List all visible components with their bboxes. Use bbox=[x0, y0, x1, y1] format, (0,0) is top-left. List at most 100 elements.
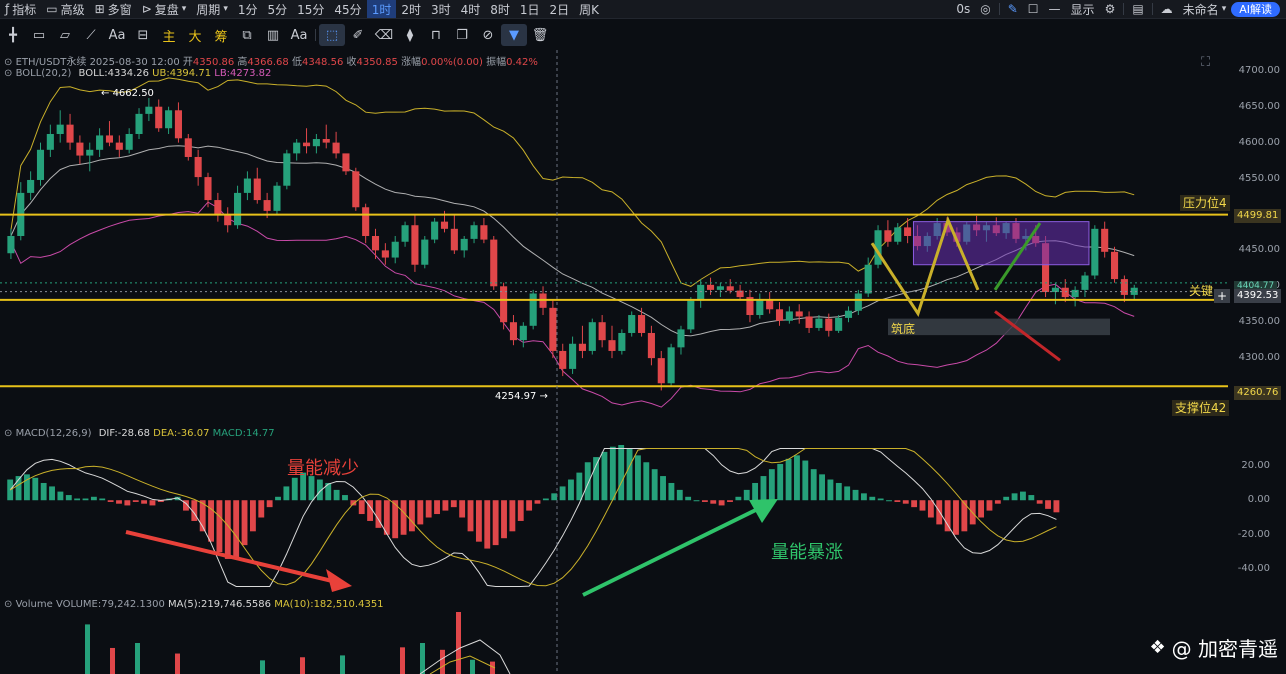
eraser-icon[interactable]: ⌫ bbox=[371, 24, 397, 46]
eye-icon[interactable]: ⊙ bbox=[4, 599, 12, 610]
interval-tab-1[interactable]: 5分 bbox=[262, 0, 292, 18]
volume-bar bbox=[300, 657, 305, 674]
period-button[interactable]: 周期 ▾ bbox=[191, 0, 233, 18]
interval-tab-4[interactable]: 1时 bbox=[366, 0, 397, 18]
candle-body bbox=[214, 200, 222, 215]
macd-bar bbox=[233, 500, 240, 558]
macd-bar bbox=[425, 500, 432, 518]
chevron-down-icon: ▾ bbox=[1221, 4, 1227, 14]
macd-series bbox=[7, 445, 1060, 587]
macd-bar bbox=[475, 500, 482, 542]
crosshair-icon[interactable]: ╋ bbox=[0, 24, 26, 46]
interval-tab-9[interactable]: 1日 bbox=[515, 0, 545, 18]
interval-tab-3[interactable]: 45分 bbox=[329, 0, 366, 18]
trash-icon[interactable]: 🗑 bbox=[527, 24, 553, 46]
camera-icon[interactable]: ◎ bbox=[975, 0, 995, 18]
text-tool-icon[interactable]: Aa bbox=[104, 24, 130, 46]
cloud-icon[interactable]: ☁ bbox=[1156, 0, 1178, 18]
main-force-tool[interactable]: 主 bbox=[156, 24, 182, 46]
interval-tab-6[interactable]: 3时 bbox=[426, 0, 456, 18]
window-icon[interactable]: ☐ bbox=[1023, 0, 1044, 18]
macd-bar bbox=[116, 500, 122, 504]
select-tool-icon[interactable]: ⬚ bbox=[319, 24, 345, 46]
candle-body bbox=[844, 310, 853, 318]
candle-body bbox=[17, 192, 25, 236]
macd-bar bbox=[601, 451, 608, 501]
price-chart[interactable] bbox=[0, 0, 1286, 674]
volume-decrease-arrow bbox=[125, 530, 346, 586]
interval-tab-2[interactable]: 15分 bbox=[292, 0, 329, 18]
candle-body bbox=[578, 343, 586, 351]
line-tool-icon[interactable]: ⟋ bbox=[78, 24, 104, 46]
macd-bar bbox=[651, 469, 658, 501]
interval-tab-8[interactable]: 8时 bbox=[485, 0, 515, 18]
lock-icon[interactable]: ⊓ bbox=[423, 24, 449, 46]
replay-button[interactable]: ⊳ 复盘 ▾ bbox=[137, 0, 192, 18]
boll-upper-line bbox=[10, 77, 1135, 287]
rectangle-icon[interactable]: ▭ bbox=[26, 24, 52, 46]
interval-tab-5[interactable]: 2时 bbox=[396, 0, 426, 18]
brush-icon[interactable]: ✐ bbox=[345, 24, 371, 46]
macd-bar bbox=[375, 500, 382, 528]
candle-body bbox=[500, 286, 508, 323]
chart-type-icon[interactable]: ▥ bbox=[260, 24, 286, 46]
fullscreen-icon[interactable]: ⛶ bbox=[1198, 56, 1213, 70]
minus-icon[interactable]: — bbox=[1044, 0, 1066, 18]
eye-icon[interactable]: ⊙ bbox=[4, 68, 12, 79]
watermark-text: @ 加密青遥 bbox=[1171, 637, 1278, 661]
bottom-zone-rect bbox=[888, 318, 1110, 336]
macd-bar bbox=[919, 500, 926, 511]
divider bbox=[315, 29, 316, 41]
interval-tab-10[interactable]: 2日 bbox=[545, 0, 575, 18]
candle-body bbox=[884, 230, 892, 242]
macd-bar bbox=[886, 500, 892, 502]
collapse-icon[interactable]: ⊙ bbox=[4, 57, 12, 68]
candle-body bbox=[657, 358, 665, 384]
table-icon[interactable]: ⊟ bbox=[130, 24, 156, 46]
macd-bar bbox=[350, 500, 357, 506]
multi-window-button[interactable]: ⊞ 多窗 bbox=[90, 0, 137, 18]
current-price-box: 4392.53 bbox=[1234, 289, 1282, 303]
zigzag-pattern bbox=[870, 215, 980, 318]
advanced-button[interactable]: ▭ 高级 bbox=[41, 0, 89, 18]
candle-body bbox=[234, 192, 242, 226]
interval-tab-7[interactable]: 4时 bbox=[456, 0, 486, 18]
amplitude-label: 振幅 bbox=[486, 57, 507, 68]
chip-tool[interactable]: 筹 bbox=[208, 24, 234, 46]
magnet-icon[interactable]: ⊘ bbox=[475, 24, 501, 46]
pen-icon[interactable]: ✎ bbox=[1003, 0, 1023, 18]
ai-button[interactable]: AI解读 bbox=[1231, 1, 1280, 17]
crosshair-plus[interactable]: + bbox=[1214, 289, 1231, 303]
filter-icon[interactable]: ▼ bbox=[501, 24, 527, 46]
macd-bar bbox=[166, 498, 173, 501]
candle-body bbox=[588, 322, 596, 351]
compare-icon[interactable]: ⧫ bbox=[397, 24, 423, 46]
macd-bar bbox=[810, 469, 817, 501]
indicators-label: 指标 bbox=[12, 2, 37, 17]
resistance-label: 压力位4 bbox=[1180, 195, 1230, 211]
layout-icon[interactable]: ▤ bbox=[1127, 0, 1148, 18]
macd-bar bbox=[869, 496, 876, 501]
candle-body bbox=[874, 230, 882, 265]
candle-body bbox=[322, 139, 330, 143]
macd-bar bbox=[442, 500, 449, 511]
layout-name[interactable]: 未命名 ▾ bbox=[1178, 0, 1232, 18]
font-icon[interactable]: Aa bbox=[286, 24, 312, 46]
pattern-icon[interactable]: ⧉ bbox=[234, 24, 260, 46]
macd-bar bbox=[291, 477, 298, 501]
boll-mid-line bbox=[10, 145, 1135, 337]
candle-body bbox=[115, 142, 123, 150]
interval-tab-11[interactable]: 周K bbox=[574, 0, 604, 18]
indicators-button[interactable]: ƒ 指标 bbox=[0, 0, 41, 18]
eye-icon[interactable]: ⊙ bbox=[4, 428, 12, 439]
interval-tab-0[interactable]: 1分 bbox=[233, 0, 263, 18]
big-order-tool[interactable]: 大 bbox=[182, 24, 208, 46]
macd-bar bbox=[266, 500, 273, 508]
display-button[interactable]: 显示 bbox=[1066, 0, 1100, 18]
candle-body bbox=[549, 307, 557, 351]
copy-icon[interactable]: ❐ bbox=[449, 24, 475, 46]
candle-body bbox=[697, 284, 705, 301]
ruler-icon[interactable]: ▱ bbox=[52, 24, 78, 46]
boll-name: BOLL(20,2) bbox=[15, 68, 72, 79]
settings-icon[interactable]: ⚙ bbox=[1100, 0, 1121, 18]
